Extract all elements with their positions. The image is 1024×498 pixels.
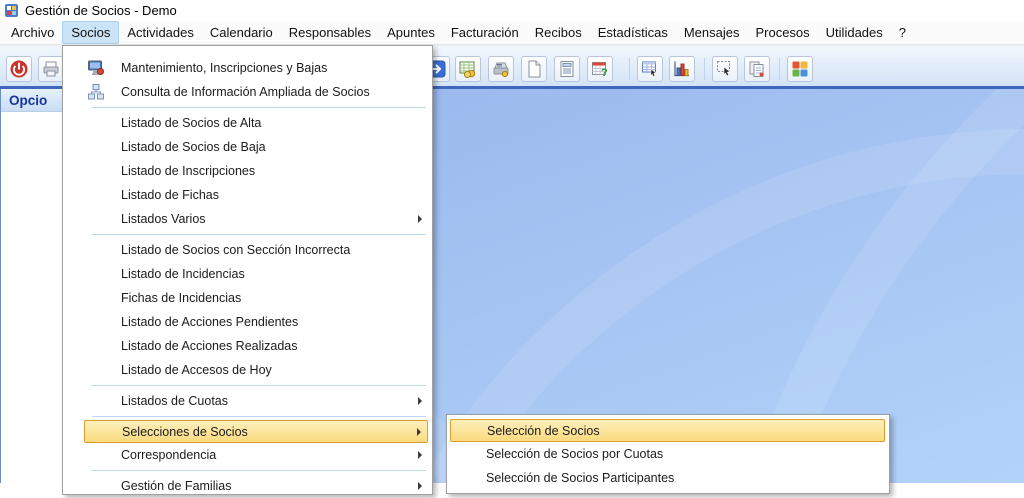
selecciones-submenu: Selección de Socios Selección de Socios … [446,414,890,494]
menubar-item-utilidades[interactable]: Utilidades [818,21,891,44]
menu-separator [92,385,426,386]
menu-item-acciones-realizadas[interactable]: Listado de Acciones Realizadas [84,334,428,358]
submenu-item-seleccion-por-cuotas[interactable]: Selección de Socios por Cuotas [450,442,885,466]
orgchart-icon [87,83,105,101]
menubar-item-responsables[interactable]: Responsables [281,21,379,44]
new-document-icon [525,60,543,78]
menu-item-label: Selecciones de Socios [122,425,248,439]
menu-item-label: Listado de Inscripciones [121,164,255,178]
menu-separator [92,107,426,108]
menubar-item-estadisticas[interactable]: Estadísticas [590,21,676,44]
menu-separator [92,234,426,235]
title-bar: Gestión de Socios - Demo [0,0,1024,21]
toolbar-button-print[interactable] [38,56,64,82]
toolbar-separator [629,58,630,80]
selection-pointer-icon [716,60,734,78]
toolbar-button-calendar-query[interactable]: ? [587,56,613,82]
svg-text:?: ? [601,67,608,78]
toolbar-separator [779,58,780,80]
menu-item-label: Selección de Socios [487,424,600,438]
toolbar-button-statistics[interactable] [669,56,695,82]
toolbar-button-cash-register[interactable] [488,56,514,82]
menu-item-label: Listado de Incidencias [121,267,245,281]
submenu-arrow-icon [418,451,422,459]
menu-item-label: Correspondencia [121,448,216,462]
side-panel-title: Opcio [9,93,47,108]
toolbar-separator [704,58,705,80]
app-icon [4,3,20,19]
menu-item-listado-alta[interactable]: Listado de Socios de Alta [84,111,428,135]
menu-item-label: Selección de Socios por Cuotas [486,447,663,461]
menu-item-correspondencia[interactable]: Correspondencia [84,443,428,467]
menu-item-label: Listado de Fichas [121,188,219,202]
menu-item-consulta-ampliada[interactable]: Consulta de Información Ampliada de Soci… [84,80,428,104]
power-icon [9,59,29,79]
maintenance-icon [87,59,105,77]
menu-item-label: Listados de Cuotas [121,394,228,408]
menu-item-accesos-hoy[interactable]: Listado de Accesos de Hoy [84,358,428,382]
toolbar-button-fees-table[interactable] [455,56,481,82]
submenu-item-seleccion-socios[interactable]: Selección de Socios [450,419,885,442]
color-squares-icon [791,60,809,78]
bar-chart-icon [673,60,691,78]
menu-item-acciones-pendientes[interactable]: Listado de Acciones Pendientes [84,310,428,334]
submenu-arrow-icon [418,397,422,405]
menu-item-label: Mantenimiento, Inscripciones y Bajas [121,61,327,75]
menu-item-label: Gestión de Familias [121,479,231,493]
menu-item-seccion-incorrecta[interactable]: Listado de Socios con Sección Incorrecta [84,238,428,262]
toolbar-button-exit[interactable] [6,56,32,82]
copy-documents-icon [748,60,766,78]
menubar-item-procesos[interactable]: Procesos [747,21,817,44]
menu-item-mantenimiento[interactable]: Mantenimiento, Inscripciones y Bajas [84,56,428,80]
calendar-question-icon: ? [591,60,609,78]
menu-item-listado-incidencias[interactable]: Listado de Incidencias [84,262,428,286]
socios-dropdown-menu: Mantenimiento, Inscripciones y Bajas Con… [62,45,433,495]
menu-item-label: Listados Varios [121,212,206,226]
menu-item-label: Listado de Socios con Sección Incorrecta [121,243,350,257]
menu-item-listado-inscripciones[interactable]: Listado de Inscripciones [84,159,428,183]
window-title: Gestión de Socios - Demo [25,3,177,18]
cash-register-icon [492,60,510,78]
menu-item-fichas-incidencias[interactable]: Fichas de Incidencias [84,286,428,310]
menubar-item-apuntes[interactable]: Apuntes [379,21,443,44]
menu-item-label: Listado de Acciones Realizadas [121,339,298,353]
submenu-arrow-icon [418,215,422,223]
menubar-item-facturacion[interactable]: Facturación [443,21,527,44]
toolbar-button-selection[interactable] [712,56,738,82]
menubar-item-socios[interactable]: Socios [62,21,119,44]
menubar-item-archivo[interactable]: Archivo [3,21,62,44]
menu-item-label: Consulta de Información Ampliada de Soci… [121,85,370,99]
menu-bar: Archivo Socios Actividades Calendario Re… [0,21,1024,45]
menu-item-label: Listado de Socios de Alta [121,116,261,130]
menu-item-gestion-familias[interactable]: Gestión de Familias [84,474,428,498]
toolbar-button-report[interactable] [554,56,580,82]
submenu-arrow-icon [418,482,422,490]
menubar-item-calendario[interactable]: Calendario [202,21,281,44]
menu-separator [92,416,426,417]
toolbar-button-modules[interactable] [787,56,813,82]
menu-separator [92,470,426,471]
toolbar-button-duplicate[interactable] [744,56,770,82]
menu-item-listado-fichas[interactable]: Listado de Fichas [84,183,428,207]
toolbar-button-table-select[interactable] [637,56,663,82]
menu-item-label: Fichas de Incidencias [121,291,241,305]
menubar-item-actividades[interactable]: Actividades [119,21,201,44]
menubar-item-help[interactable]: ? [891,21,914,44]
menu-item-listados-cuotas[interactable]: Listados de Cuotas [84,389,428,413]
menu-item-listados-varios[interactable]: Listados Varios [84,207,428,231]
menubar-item-recibos[interactable]: Recibos [527,21,590,44]
report-icon [558,60,576,78]
printer-icon [42,60,60,78]
submenu-item-seleccion-participantes[interactable]: Selección de Socios Participantes [450,466,885,490]
toolbar-button-new-document[interactable] [521,56,547,82]
menu-item-listado-baja[interactable]: Listado de Socios de Baja [84,135,428,159]
menu-item-label: Listado de Acciones Pendientes [121,315,298,329]
menu-item-selecciones-socios[interactable]: Selecciones de Socios [84,420,428,443]
spreadsheet-money-icon [459,60,477,78]
menu-item-label: Listado de Socios de Baja [121,140,266,154]
menubar-item-mensajes[interactable]: Mensajes [676,21,748,44]
submenu-arrow-icon [417,428,421,436]
menu-item-label: Listado de Accesos de Hoy [121,363,272,377]
table-search-icon [641,60,659,78]
